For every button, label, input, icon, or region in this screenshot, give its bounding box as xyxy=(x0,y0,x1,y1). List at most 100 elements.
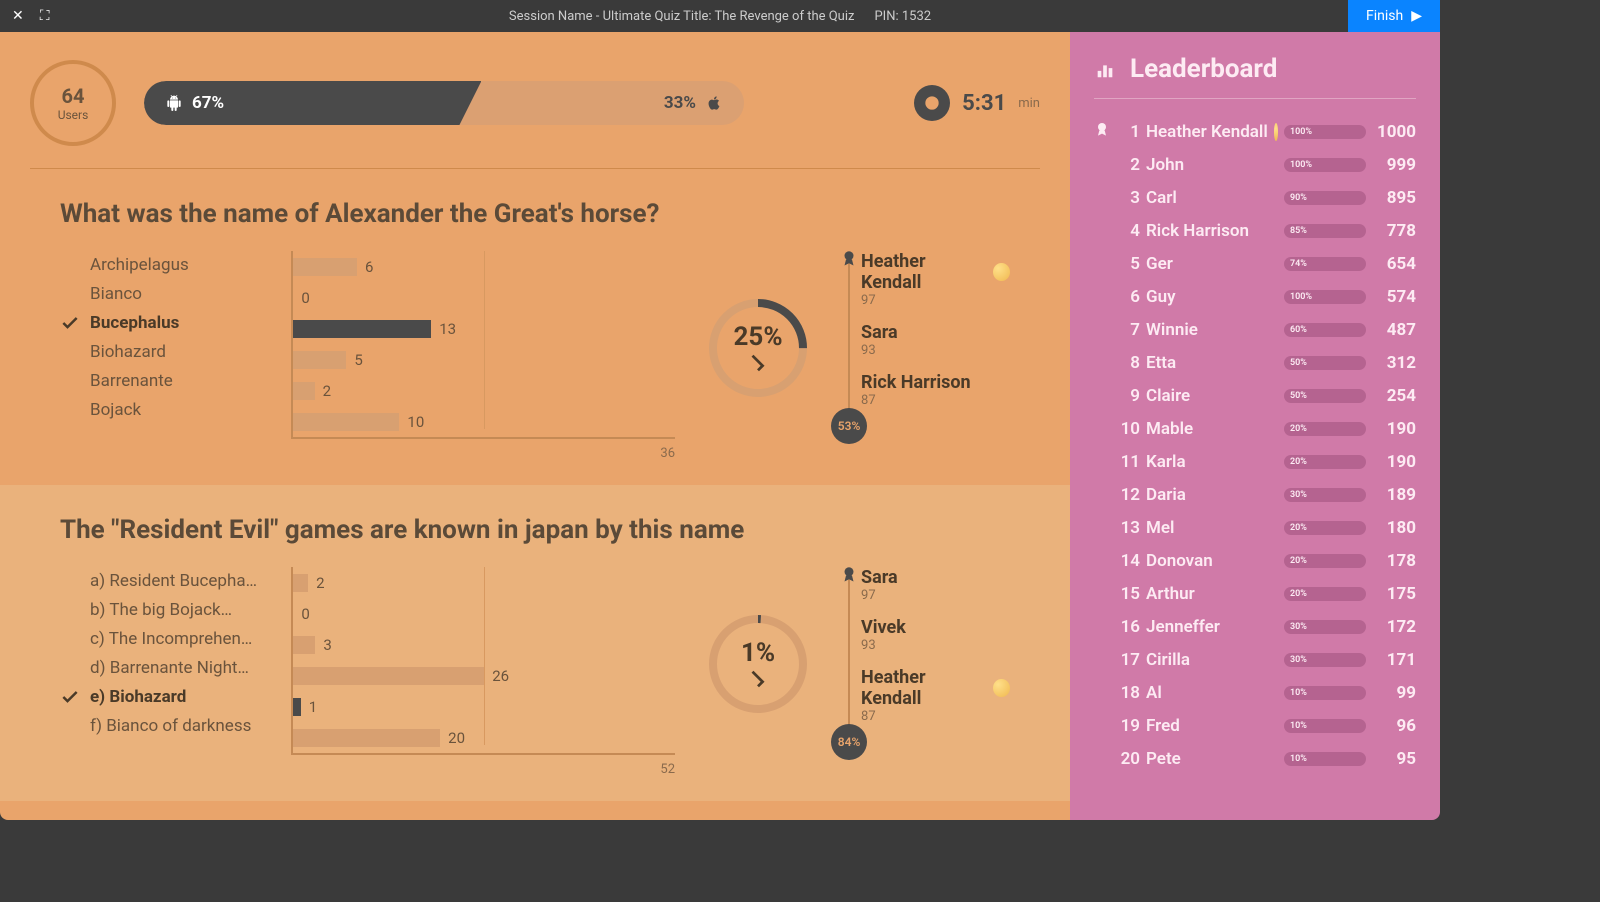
leaderboard-row[interactable]: 12 Daria 30% 189 xyxy=(1094,478,1416,511)
leaderboard-name: Etta xyxy=(1146,353,1278,373)
leaderboard-row[interactable]: 18 Al 10% 99 xyxy=(1094,676,1416,709)
star-icon xyxy=(840,565,858,587)
leaderboard-progress: 10% xyxy=(1284,752,1366,766)
leaderboard-name: Fred xyxy=(1146,716,1278,736)
question-block: What was the name of Alexander the Great… xyxy=(0,169,1070,485)
leaderboard-progress: 90% xyxy=(1284,191,1366,205)
podium-icon xyxy=(1094,58,1116,80)
correct-pct-ring: 25% xyxy=(705,295,811,401)
leaderboard-score: 175 xyxy=(1372,584,1416,604)
leaderboard-score: 190 xyxy=(1372,452,1416,472)
leaderboard-row[interactable]: 5 Ger 74% 654 xyxy=(1094,247,1416,280)
leaderboard-progress: 30% xyxy=(1284,653,1366,667)
os-distribution-bar: 67% 33% xyxy=(144,81,744,125)
leaderboard-progress: 30% xyxy=(1284,620,1366,634)
leaderboard-progress: 74% xyxy=(1284,257,1366,271)
leaderboard-title: Leaderboard xyxy=(1094,54,1416,84)
answer-option: d) Barrenante Night… xyxy=(60,658,261,678)
leaderboard-score: 778 xyxy=(1372,221,1416,241)
leaderboard-name: John xyxy=(1146,155,1278,175)
leaderboard-row[interactable]: 11 Karla 20% 190 xyxy=(1094,445,1416,478)
leaderboard-progress: 100% xyxy=(1284,125,1366,139)
leaderboard-progress: 10% xyxy=(1284,719,1366,733)
check-icon xyxy=(60,313,80,333)
question-title: The "Resident Evil" games are known in j… xyxy=(60,515,1010,545)
leaderboard-score: 1000 xyxy=(1372,122,1416,142)
leaderboard-progress: 30% xyxy=(1284,488,1366,502)
leaderboard-score: 999 xyxy=(1372,155,1416,175)
top-pct-badge: 84% xyxy=(831,724,867,760)
leaderboard-score: 574 xyxy=(1372,287,1416,307)
top-responder: Heather Kendall 97 xyxy=(861,251,1010,308)
leaderboard-score: 654 xyxy=(1372,254,1416,274)
leaderboard-score: 178 xyxy=(1372,551,1416,571)
close-icon[interactable]: ✕ xyxy=(12,8,24,24)
finish-button[interactable]: Finish ▶ xyxy=(1348,0,1440,32)
leaderboard-rank: 16 xyxy=(1118,617,1140,637)
leaderboard-name: Jenneffer xyxy=(1146,617,1278,637)
leaderboard-score: 99 xyxy=(1372,683,1416,703)
leaderboard-row[interactable]: 19 Fred 10% 96 xyxy=(1094,709,1416,742)
leaderboard-row[interactable]: 17 Cirilla 30% 171 xyxy=(1094,643,1416,676)
emoji-icon xyxy=(1274,123,1278,141)
check-icon xyxy=(60,629,80,649)
leaderboard-row[interactable]: 9 Claire 50% 254 xyxy=(1094,379,1416,412)
leaderboard-row[interactable]: 15 Arthur 20% 175 xyxy=(1094,577,1416,610)
expand-icon[interactable]: ⛶ xyxy=(40,8,50,24)
leaderboard-score: 96 xyxy=(1372,716,1416,736)
leaderboard-name: Guy xyxy=(1146,287,1278,307)
leaderboard-row[interactable]: 13 Mel 20% 180 xyxy=(1094,511,1416,544)
users-count-circle: 64 Users xyxy=(30,60,116,146)
leaderboard-score: 254 xyxy=(1372,386,1416,406)
apple-icon xyxy=(706,95,722,111)
emoji-icon xyxy=(993,263,1010,281)
top-responder: Heather Kendall 87 xyxy=(861,667,1010,724)
answer-option: c) The Incomprehen… xyxy=(60,629,261,649)
leaderboard-score: 190 xyxy=(1372,419,1416,439)
leaderboard-row[interactable]: 1 Heather Kendall 100% 1000 xyxy=(1094,115,1416,148)
leaderboard-name: Heather Kendall xyxy=(1146,122,1278,142)
leaderboard-row[interactable]: 3 Carl 90% 895 xyxy=(1094,181,1416,214)
leaderboard-name: Carl xyxy=(1146,188,1278,208)
leaderboard-rank: 14 xyxy=(1118,551,1140,571)
leaderboard-row[interactable]: 20 Pete 10% 95 xyxy=(1094,742,1416,775)
chart-max-label: 36 xyxy=(660,446,675,461)
titlebar: ✕ ⛶ Session Name - Ultimate Quiz Title: … xyxy=(0,0,1440,32)
leaderboard-row[interactable]: 7 Winnie 60% 487 xyxy=(1094,313,1416,346)
leaderboard-row[interactable]: 6 Guy 100% 574 xyxy=(1094,280,1416,313)
leaderboard-row[interactable]: 2 John 100% 999 xyxy=(1094,148,1416,181)
session-title: Session Name - Ultimate Quiz Title: The … xyxy=(509,9,855,24)
leaderboard-row[interactable]: 14 Donovan 20% 178 xyxy=(1094,544,1416,577)
check-icon xyxy=(60,284,80,304)
answer-option: Biohazard xyxy=(60,342,261,362)
leaderboard-rank: 5 xyxy=(1118,254,1140,274)
answer-option: Archipelagus xyxy=(60,255,261,275)
leaderboard-name: Donovan xyxy=(1146,551,1278,571)
leaderboard-row[interactable]: 8 Etta 50% 312 xyxy=(1094,346,1416,379)
leaderboard-name: Cirilla xyxy=(1146,650,1278,670)
leaderboard-rank: 4 xyxy=(1118,221,1140,241)
answer-option: a) Resident Bucepha… xyxy=(60,571,261,591)
leaderboard-row[interactable]: 10 Mable 20% 190 xyxy=(1094,412,1416,445)
top-responder: Sara 93 xyxy=(861,322,1010,358)
top-responders: Sara 97 Vivek 93 Heather Kendall 87 84% xyxy=(841,567,1010,738)
summary-bar: 64 Users 67% 33% 5:31 min xyxy=(0,32,1070,168)
leaderboard-rank: 1 xyxy=(1118,122,1140,142)
medal-icon xyxy=(1094,121,1112,142)
leaderboard-progress: 20% xyxy=(1284,521,1366,535)
answer-option: Barrenante xyxy=(60,371,261,391)
leaderboard-name: Karla xyxy=(1146,452,1278,472)
leaderboard-rank: 20 xyxy=(1118,749,1140,769)
leaderboard-progress: 20% xyxy=(1284,422,1366,436)
leaderboard-row[interactable]: 4 Rick Harrison 85% 778 xyxy=(1094,214,1416,247)
leaderboard-name: Mel xyxy=(1146,518,1278,538)
leaderboard-rank: 18 xyxy=(1118,683,1140,703)
top-responder: Sara 97 xyxy=(861,567,1010,603)
leaderboard-progress: 60% xyxy=(1284,323,1366,337)
leaderboard-rank: 6 xyxy=(1118,287,1140,307)
leaderboard-progress: 85% xyxy=(1284,224,1366,238)
leaderboard-row[interactable]: 16 Jenneffer 30% 172 xyxy=(1094,610,1416,643)
check-icon xyxy=(60,342,80,362)
check-icon xyxy=(747,352,769,374)
leaderboard-score: 95 xyxy=(1372,749,1416,769)
